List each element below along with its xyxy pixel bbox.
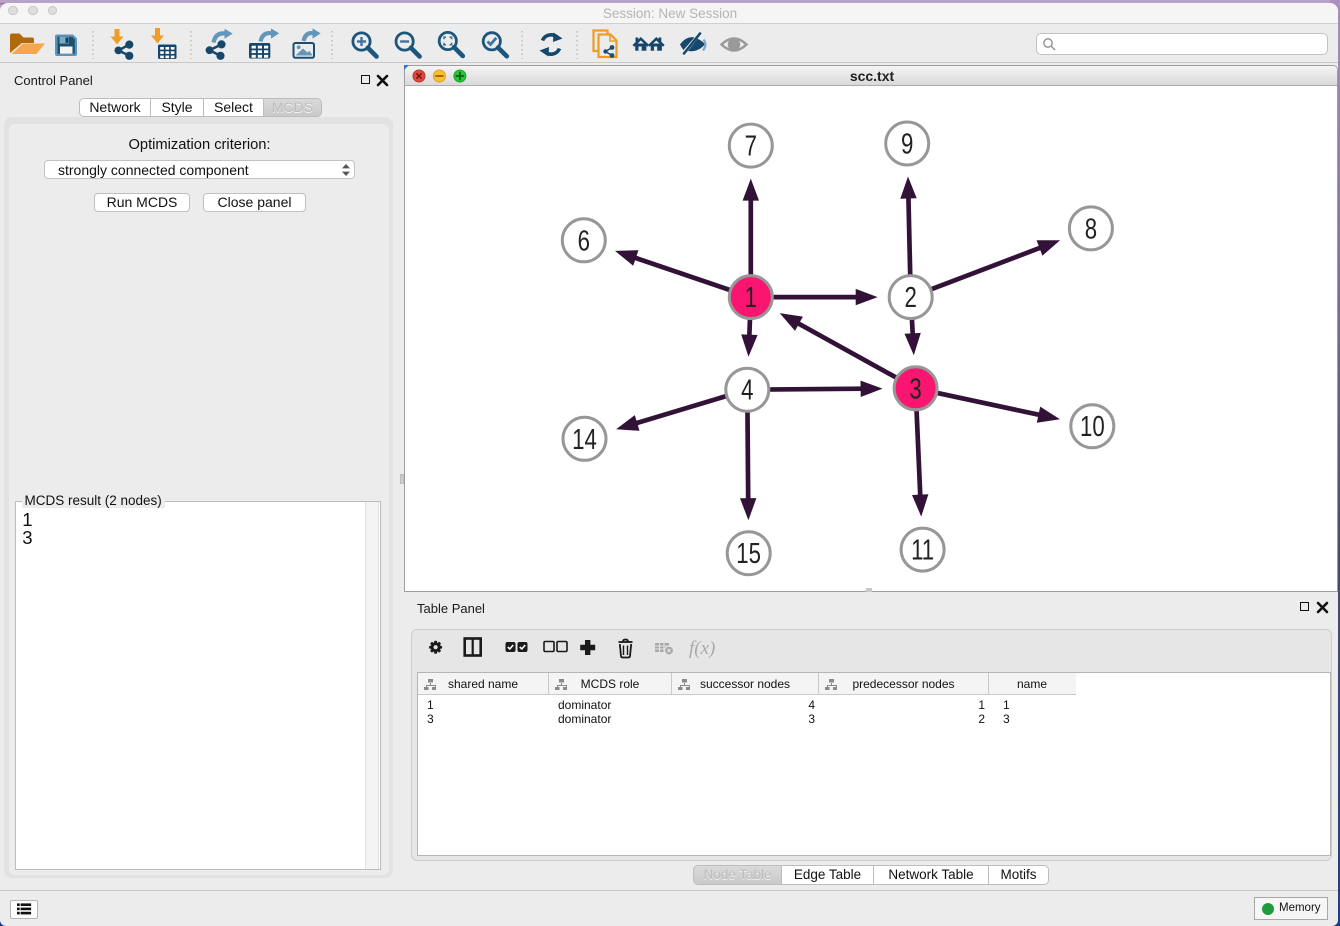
svg-text:9: 9 xyxy=(901,129,913,160)
svg-text:2: 2 xyxy=(904,283,916,314)
svg-text:3: 3 xyxy=(909,374,921,405)
svg-text:14: 14 xyxy=(572,424,597,455)
svg-text:15: 15 xyxy=(736,539,761,570)
svg-text:8: 8 xyxy=(1085,214,1097,245)
svg-text:f(x): f(x) xyxy=(689,638,715,659)
svg-text:11: 11 xyxy=(911,535,934,566)
svg-text:1: 1 xyxy=(745,283,757,314)
svg-text:4: 4 xyxy=(741,375,753,406)
svg-text:7: 7 xyxy=(745,131,757,162)
svg-text:6: 6 xyxy=(578,226,590,257)
svg-text:10: 10 xyxy=(1080,412,1105,443)
